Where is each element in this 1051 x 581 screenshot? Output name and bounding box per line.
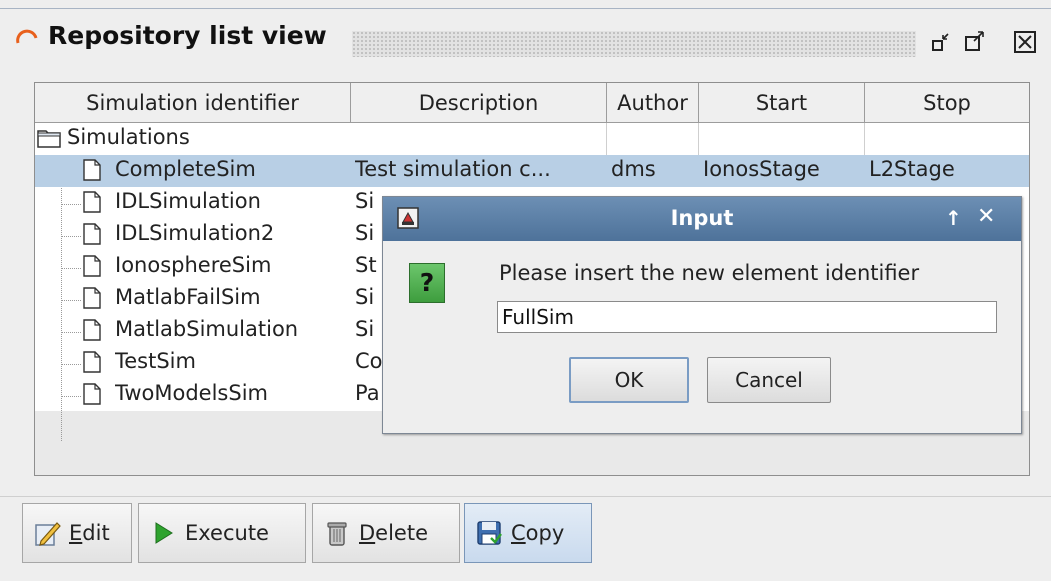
delete-label: Delete	[359, 521, 428, 545]
document-icon	[83, 223, 101, 245]
window-title-bar[interactable]: Repository list view	[0, 8, 1051, 70]
dialog-message: Please insert the new element identifier	[499, 261, 920, 285]
row-identifier: MatlabFailSim	[115, 285, 261, 309]
row-description: Si	[355, 189, 375, 213]
tree-root-label: Simulations	[67, 125, 190, 149]
action-toolbar: Edit Execute Delete Copy	[0, 496, 1051, 581]
row-identifier: MatlabSimulation	[115, 317, 299, 341]
row-description: Co	[355, 349, 383, 373]
copy-button[interactable]: Copy	[464, 503, 592, 563]
dialog-title: Input	[670, 206, 734, 230]
row-description: Pa	[355, 381, 380, 405]
close-icon[interactable]: ✕	[977, 204, 995, 229]
row-identifier: IDLSimulation2	[115, 221, 275, 245]
question-icon: ?	[409, 263, 445, 303]
row-author: dms	[611, 157, 656, 181]
document-icon	[83, 351, 101, 373]
row-description: Si	[355, 221, 375, 245]
document-icon	[83, 159, 101, 181]
column-header-start[interactable]: Start	[699, 83, 865, 123]
edit-icon	[35, 522, 61, 546]
minimize-icon[interactable]	[928, 29, 954, 55]
row-start: IonosStage	[703, 157, 820, 181]
row-identifier: IDLSimulation	[115, 189, 261, 213]
play-icon	[155, 522, 173, 544]
input-dialog[interactable]: Input ↑ ✕ ? Please insert the new elemen…	[382, 196, 1022, 434]
maximize-icon[interactable]	[962, 29, 988, 55]
tree-root-row[interactable]: Simulations	[35, 123, 1029, 155]
dialog-title-bar[interactable]: Input ↑ ✕	[383, 197, 1021, 241]
column-header-stop[interactable]: Stop	[865, 83, 1029, 123]
column-header-identifier[interactable]: Simulation identifier	[35, 83, 351, 123]
edit-button[interactable]: Edit	[22, 503, 132, 563]
execute-button[interactable]: Execute	[138, 503, 306, 563]
spinner-icon	[16, 29, 38, 44]
trash-icon	[327, 522, 347, 546]
row-description: St	[355, 253, 377, 277]
identifier-input[interactable]	[497, 301, 997, 333]
document-icon	[83, 287, 101, 309]
save-icon	[477, 521, 502, 545]
folder-icon	[37, 130, 61, 148]
cancel-button[interactable]: Cancel	[707, 357, 831, 403]
document-icon	[83, 191, 101, 213]
row-description: Si	[355, 317, 375, 341]
document-icon	[83, 383, 101, 405]
window-title: Repository list view	[48, 21, 327, 50]
title-drag-area[interactable]	[352, 31, 916, 57]
delete-button[interactable]: Delete	[312, 503, 460, 563]
row-description: Si	[355, 285, 375, 309]
row-identifier: CompleteSim	[115, 157, 256, 181]
edit-label: Edit	[69, 521, 110, 545]
column-header-description[interactable]: Description	[351, 83, 607, 123]
close-icon[interactable]	[1012, 29, 1038, 55]
row-description: Test simulation c...	[355, 157, 551, 181]
row-identifier: TwoModelsSim	[115, 381, 268, 405]
row-identifier: TestSim	[115, 349, 196, 373]
ok-button[interactable]: OK	[569, 357, 689, 403]
document-icon	[83, 319, 101, 341]
table-row[interactable]: CompleteSim Test simulation c... dms Ion…	[35, 155, 1029, 187]
copy-label: Copy	[511, 521, 565, 545]
column-header-author[interactable]: Author	[607, 83, 699, 123]
up-arrow-icon[interactable]: ↑	[945, 206, 962, 230]
document-icon	[83, 255, 101, 277]
row-identifier: IonosphereSim	[115, 253, 272, 277]
execute-label: Execute	[185, 521, 269, 545]
row-stop: L2Stage	[869, 157, 955, 181]
